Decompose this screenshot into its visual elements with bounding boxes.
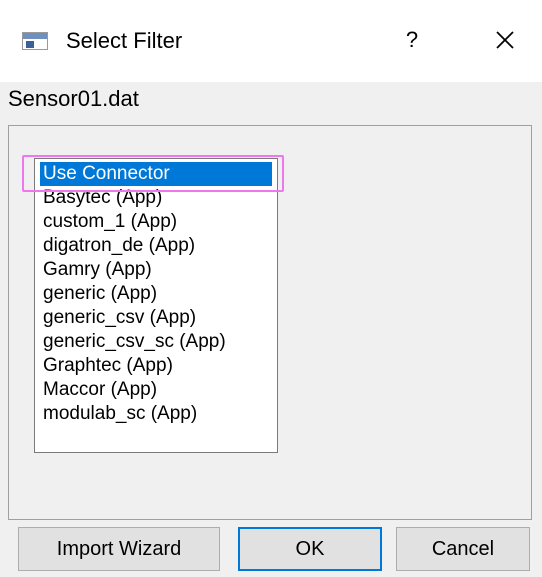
filter-list-item[interactable]: custom_1 (App): [40, 210, 177, 234]
close-icon: [496, 31, 514, 49]
cancel-button[interactable]: Cancel: [396, 527, 530, 571]
filter-list-item[interactable]: generic (App): [40, 282, 157, 306]
filter-list-item[interactable]: modulab_sc (App): [40, 402, 197, 426]
window-icon: [22, 32, 48, 50]
import-wizard-button[interactable]: Import Wizard: [18, 527, 220, 571]
help-button[interactable]: ?: [402, 24, 422, 56]
filter-list-item[interactable]: generic_csv_sc (App): [40, 330, 226, 354]
filter-list-item[interactable]: Maccor (App): [40, 378, 157, 402]
title-bar: Select Filter ?: [0, 0, 542, 82]
filter-list-item[interactable]: Graphtec (App): [40, 354, 173, 378]
filter-list-item[interactable]: Use Connector: [40, 162, 272, 186]
filter-listbox[interactable]: Use Connector Basytec (App) custom_1 (App)…: [34, 158, 278, 453]
ok-button[interactable]: OK: [238, 527, 382, 571]
filter-list-item[interactable]: Basytec (App): [40, 186, 162, 210]
filter-list-item[interactable]: Gamry (App): [40, 258, 152, 282]
select-filter-dialog: Select Filter ? Sensor01.dat Use Connect…: [0, 0, 542, 577]
window-title: Select Filter: [66, 28, 183, 53]
close-button[interactable]: [488, 22, 522, 58]
window-icon-bar: [23, 33, 47, 39]
window-icon-pane: [26, 41, 34, 48]
filter-list-item[interactable]: digatron_de (App): [40, 234, 195, 258]
filter-list-item[interactable]: generic_csv (App): [40, 306, 196, 330]
file-name-label: Sensor01.dat: [8, 86, 139, 111]
